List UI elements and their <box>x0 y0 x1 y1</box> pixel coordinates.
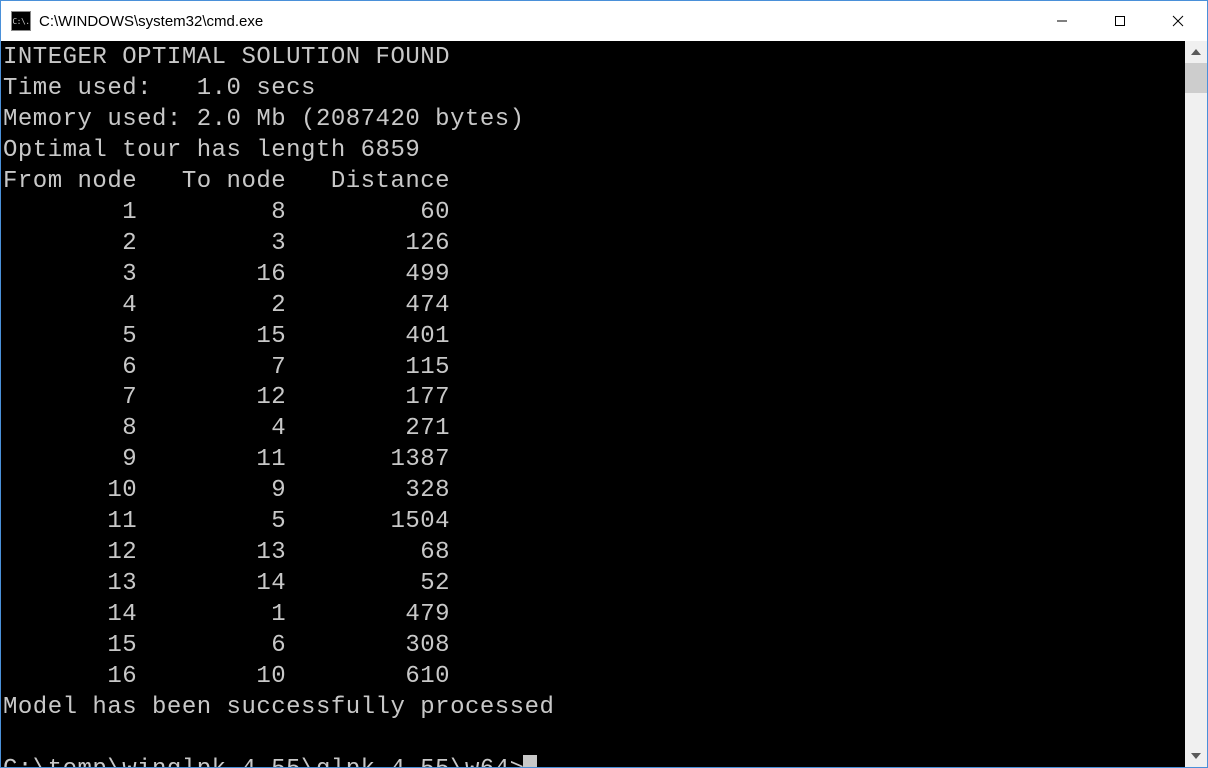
terminal-output[interactable]: INTEGER OPTIMAL SOLUTION FOUND Time used… <box>1 41 1185 767</box>
minimize-button[interactable] <box>1033 1 1091 41</box>
minimize-icon <box>1056 15 1068 27</box>
app-icon: C:\. <box>11 11 31 31</box>
maximize-button[interactable] <box>1091 1 1149 41</box>
window-controls <box>1033 1 1207 41</box>
chevron-up-icon <box>1191 49 1201 55</box>
cursor <box>523 755 537 767</box>
close-icon <box>1172 15 1184 27</box>
terminal-area: INTEGER OPTIMAL SOLUTION FOUND Time used… <box>1 41 1207 767</box>
titlebar[interactable]: C:\. C:\WINDOWS\system32\cmd.exe <box>1 1 1207 41</box>
close-button[interactable] <box>1149 1 1207 41</box>
vertical-scrollbar[interactable] <box>1185 41 1207 767</box>
cmd-window: C:\. C:\WINDOWS\system32\cmd.exe IN <box>0 0 1208 768</box>
chevron-down-icon <box>1191 753 1201 759</box>
window-title: C:\WINDOWS\system32\cmd.exe <box>39 13 1033 30</box>
scroll-track[interactable] <box>1185 63 1207 745</box>
maximize-icon <box>1114 15 1126 27</box>
scroll-down-button[interactable] <box>1185 745 1207 767</box>
scroll-up-button[interactable] <box>1185 41 1207 63</box>
scroll-thumb[interactable] <box>1185 63 1207 93</box>
